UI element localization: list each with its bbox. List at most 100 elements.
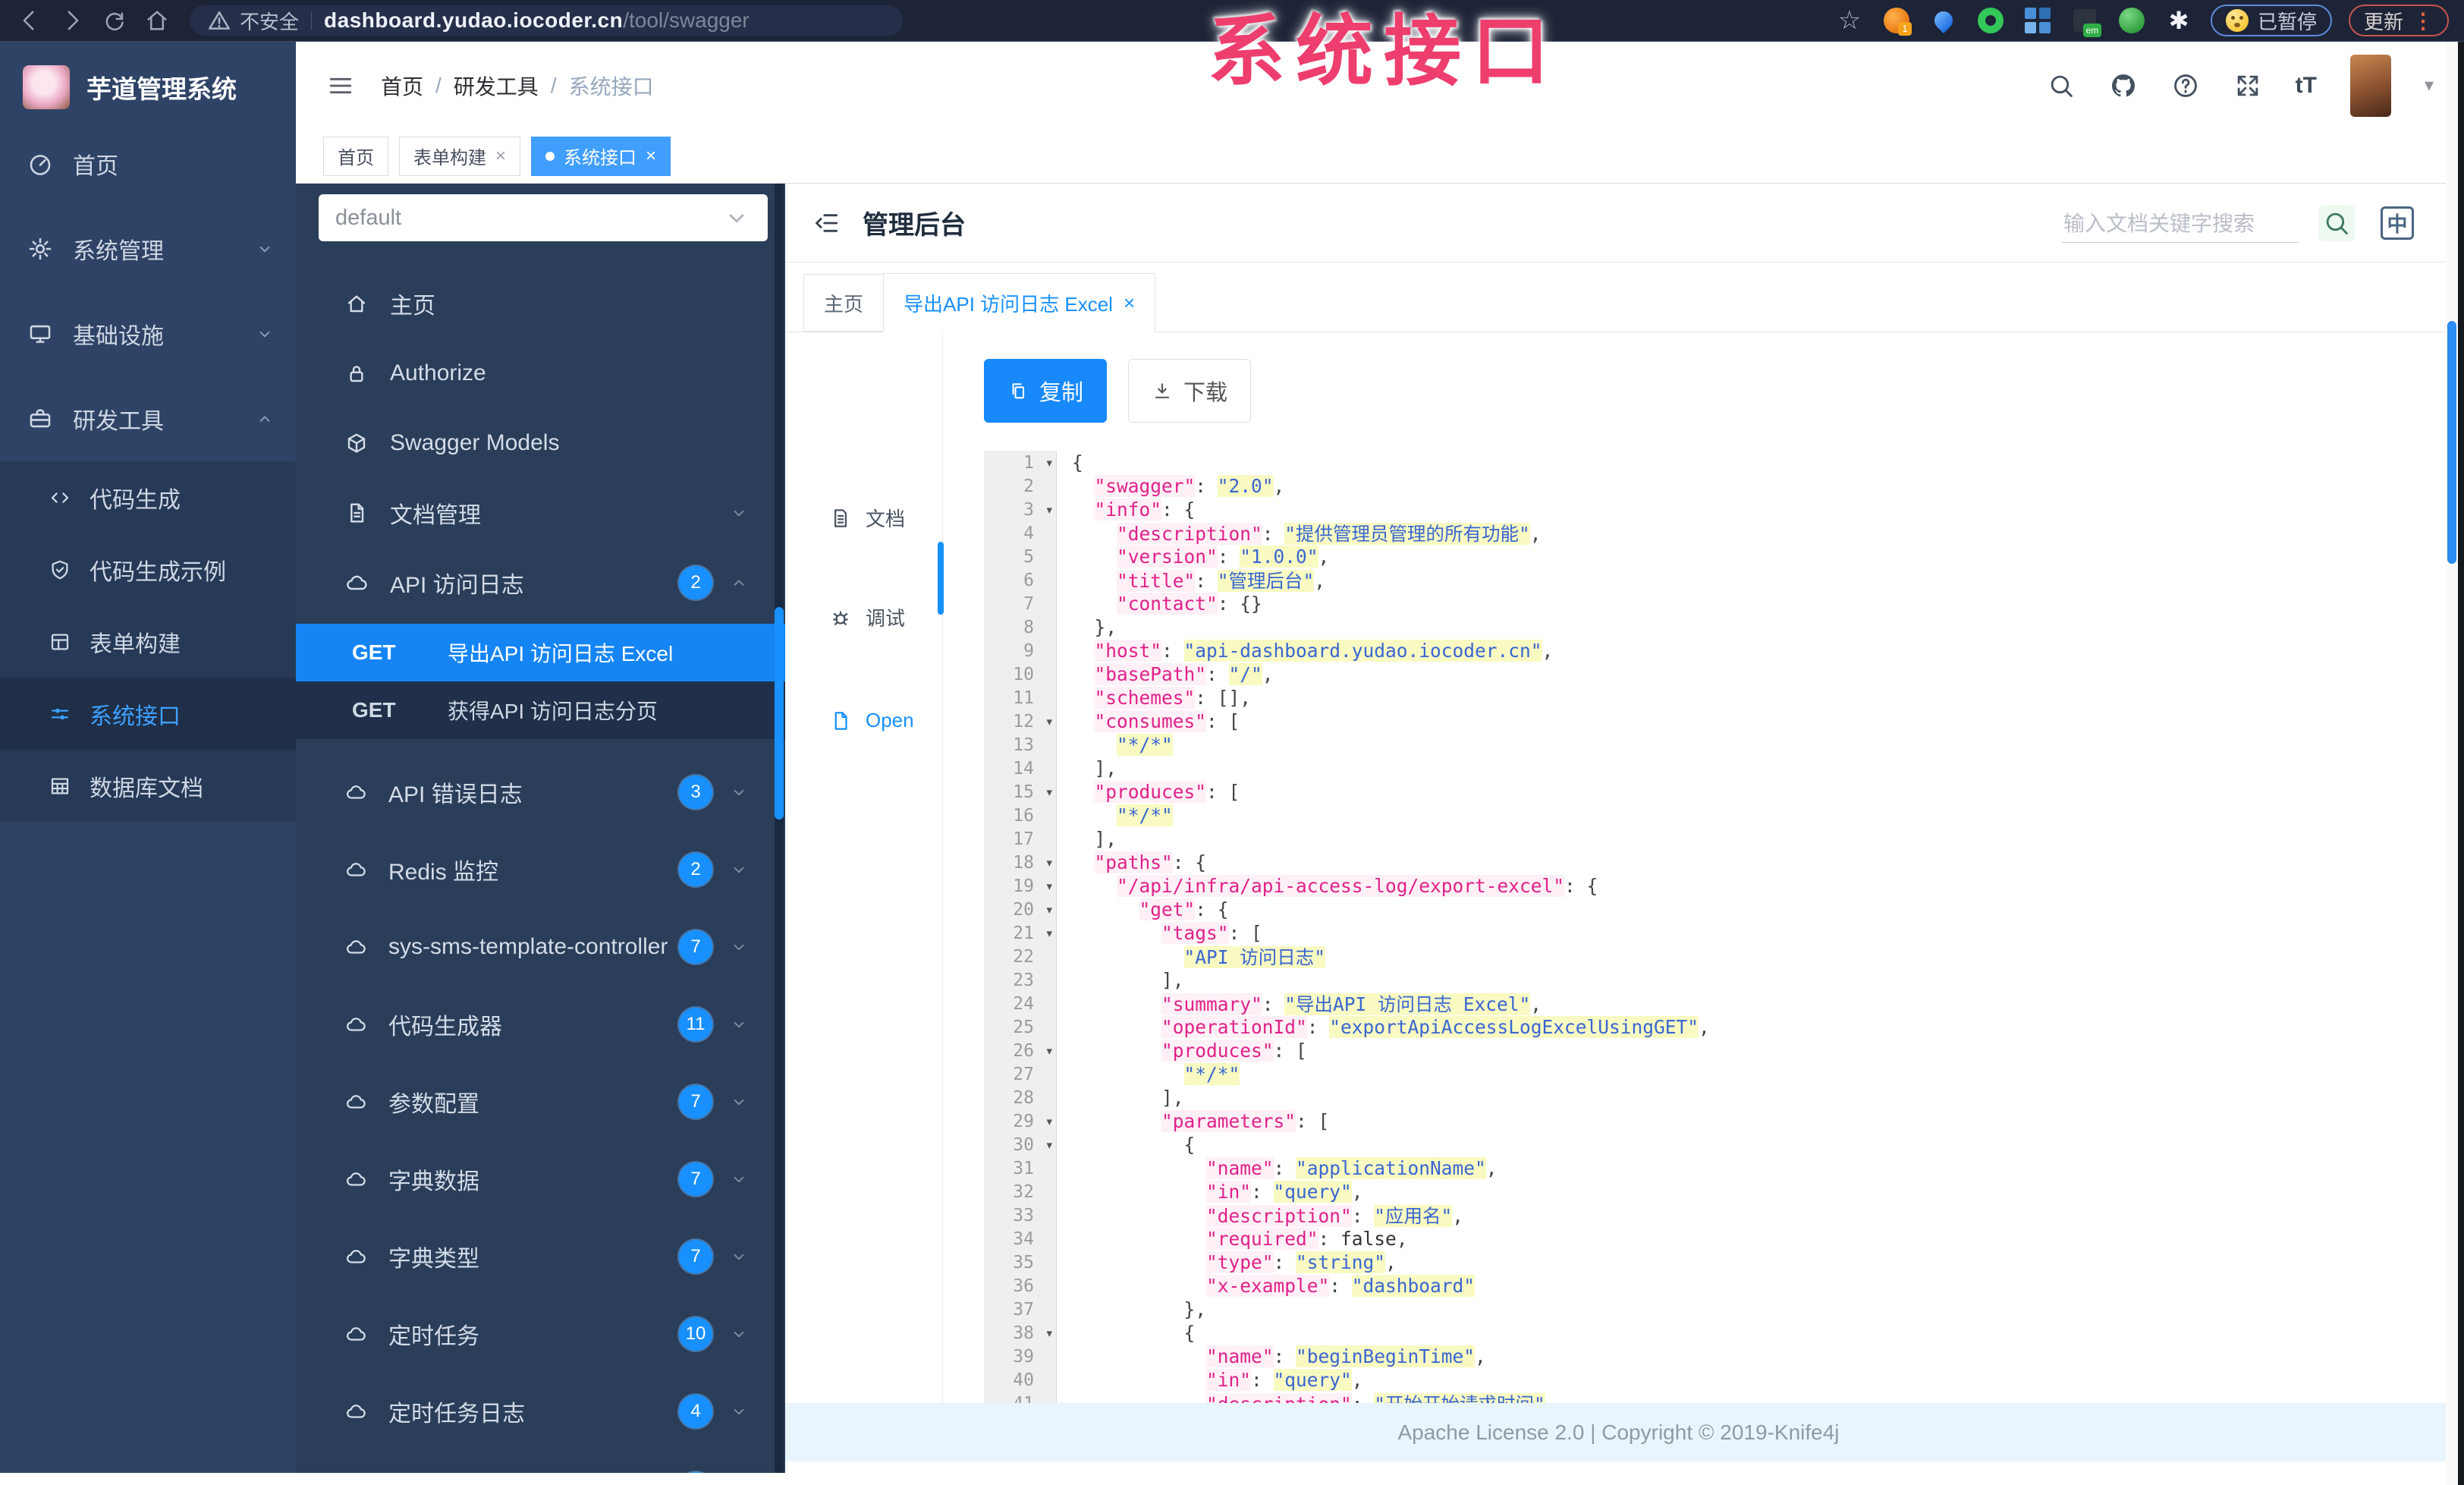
- sidebar-subitem-代码生成示例[interactable]: 代码生成示例: [0, 533, 296, 606]
- sidebar-subitem-代码生成[interactable]: 代码生成: [0, 461, 296, 533]
- copy-icon: [1007, 380, 1029, 401]
- rail-item-Open[interactable]: Open: [829, 709, 914, 732]
- sidebar-scrollbar-thumb[interactable]: [775, 607, 784, 820]
- sidebar-item-系统管理[interactable]: 系统管理: [0, 206, 296, 291]
- http-method-badge: GET: [352, 698, 396, 722]
- sidebar-subitem-数据库文档[interactable]: 数据库文档: [0, 750, 296, 822]
- doc-tab-主页[interactable]: 主页: [803, 274, 885, 332]
- ext-orange-icon[interactable]: 1: [1881, 5, 1912, 36]
- group-select[interactable]: default: [319, 194, 768, 241]
- fold-caret-icon[interactable]: ▾: [1046, 903, 1052, 917]
- update-button[interactable]: 更新 ⋮: [2348, 5, 2449, 36]
- code-line: 4 "description": "提供管理员管理的所有功能",: [984, 521, 2438, 545]
- api-group-Redis 监控[interactable]: Redis 监控 2: [296, 831, 785, 908]
- address-bar[interactable]: 不安全 dashboard.yudao.iocoder.cn /tool/swa…: [190, 5, 903, 36]
- fold-caret-icon[interactable]: ▾: [1046, 1326, 1052, 1340]
- logo-row[interactable]: 芋道管理系统: [0, 42, 296, 121]
- paused-extension-chip[interactable]: 已暂停: [2210, 5, 2332, 36]
- code-line: 37},: [984, 1298, 2438, 1321]
- reload-icon[interactable]: [102, 8, 127, 33]
- doc-tab-bar: 主页 导出API 访问日志 Excel ×: [785, 263, 2452, 332]
- fold-caret-icon[interactable]: ▾: [1046, 927, 1052, 940]
- chevron-down-icon[interactable]: ▾: [2425, 74, 2434, 96]
- sidebar-item-首页[interactable]: 首页: [0, 121, 296, 206]
- fold-caret-icon[interactable]: ▾: [1046, 1115, 1052, 1128]
- close-icon[interactable]: ×: [495, 146, 506, 167]
- swagger-item-Authorize[interactable]: Authorize: [296, 338, 785, 408]
- api-group-参数配置[interactable]: 参数配置 7: [296, 1063, 785, 1140]
- api-group-字典数据[interactable]: 字典数据 7: [296, 1140, 785, 1218]
- sidebar-item-研发工具[interactable]: 研发工具: [0, 376, 296, 461]
- download-button[interactable]: 下载: [1128, 359, 1252, 423]
- fold-caret-icon[interactable]: ▾: [1046, 856, 1052, 870]
- fold-caret-icon[interactable]: ▾: [1046, 785, 1052, 799]
- code-line: 1 ▾ {: [984, 451, 2438, 474]
- fold-caret-icon[interactable]: ▾: [1046, 715, 1052, 728]
- close-icon[interactable]: ×: [646, 146, 656, 167]
- code-line: 16 "*/*": [984, 804, 2438, 827]
- api-group-字典类型[interactable]: 字典类型 7: [296, 1218, 785, 1295]
- forward-icon[interactable]: [59, 8, 85, 33]
- doc-search-icon[interactable]: [2318, 204, 2355, 241]
- doc-search-input[interactable]: 输入文档关键字搜索: [2062, 203, 2299, 243]
- menu-dots-icon[interactable]: ⋮: [2412, 8, 2434, 33]
- rail-item-调试[interactable]: 调试: [829, 603, 905, 631]
- code-text: "swagger": "2.0",: [1094, 475, 1285, 497]
- swagger-item-API 访问日志[interactable]: API 访问日志 2: [296, 548, 785, 618]
- line-number: 1 ▾: [1023, 452, 1052, 473]
- operation-导出API 访问日志 Excel[interactable]: GET 导出API 访问日志 Excel: [296, 624, 785, 681]
- fold-caret-icon[interactable]: ▾: [1046, 456, 1052, 470]
- api-group-定时任务日志[interactable]: 定时任务日志 4: [296, 1373, 785, 1450]
- window-scrollbar[interactable]: [2446, 42, 2458, 1485]
- sidebar-item-基础设施[interactable]: 基础设施: [0, 291, 296, 376]
- ext-paw-icon[interactable]: ✱: [2164, 5, 2194, 36]
- breadcrumb-item[interactable]: 研发工具: [454, 71, 539, 101]
- window-scrollbar-thumb[interactable]: [2447, 321, 2456, 564]
- ext-green-circle-icon[interactable]: [1975, 5, 2006, 36]
- back-icon[interactable]: [17, 8, 42, 33]
- api-group-定时任务[interactable]: 定时任务 10: [296, 1295, 785, 1373]
- sidebar-subitem-系统接口[interactable]: 系统接口: [0, 678, 296, 750]
- api-group-sys-sms-template-controller[interactable]: sys-sms-template-controller 7: [296, 908, 785, 986]
- rail-item-文档[interactable]: 文档: [829, 504, 905, 532]
- breadcrumb-item[interactable]: 首页: [381, 71, 423, 101]
- line-number: 18 ▾: [1013, 852, 1052, 873]
- fold-caret-icon[interactable]: ▾: [1046, 503, 1052, 517]
- code-line: 40 "in": "query",: [984, 1368, 2438, 1392]
- bookmark-star-icon[interactable]: ☆: [1834, 5, 1865, 36]
- code-line: 11 "schemes": [],: [984, 686, 2438, 709]
- doc-tab-导出API 访问日志 Excel[interactable]: 导出API 访问日志 Excel ×: [883, 273, 1156, 332]
- operation-获得API 访问日志分页[interactable]: GET 获得API 访问日志分页: [296, 681, 785, 739]
- swagger-item-Swagger Models[interactable]: Swagger Models: [296, 408, 785, 478]
- language-toggle[interactable]: 中: [2381, 206, 2414, 240]
- ext-pin-icon[interactable]: [1928, 5, 1959, 36]
- collapse-icon[interactable]: [812, 209, 841, 238]
- question-icon[interactable]: [2171, 71, 2200, 100]
- ext-grid-icon[interactable]: [2022, 5, 2053, 36]
- swagger-item-文档管理[interactable]: 文档管理: [296, 478, 785, 548]
- hamburger-icon[interactable]: [326, 71, 355, 100]
- search-icon[interactable]: [2047, 71, 2076, 100]
- tag-系统接口[interactable]: 系统接口 ×: [531, 136, 671, 176]
- fold-caret-icon[interactable]: ▾: [1046, 1138, 1052, 1152]
- avatar[interactable]: [2349, 54, 2391, 117]
- close-icon[interactable]: ×: [1124, 291, 1135, 315]
- fold-caret-icon[interactable]: ▾: [1046, 1044, 1052, 1058]
- tag-表单构建[interactable]: 表单构建 ×: [399, 136, 521, 176]
- fullscreen-icon[interactable]: [2233, 71, 2262, 100]
- operation-label: 获得API 访问日志分页: [448, 700, 658, 723]
- sidebar-subitem-表单构建[interactable]: 表单构建: [0, 606, 296, 678]
- ext-em-badge-icon[interactable]: em: [2070, 5, 2101, 37]
- api-group-代码生成器[interactable]: 代码生成器 11: [296, 986, 785, 1063]
- swagger-item-主页[interactable]: 主页: [296, 269, 785, 338]
- fold-caret-icon[interactable]: ▾: [1046, 879, 1052, 893]
- fontsize-icon[interactable]: tT: [2296, 73, 2317, 99]
- ext-leaf-icon[interactable]: [2117, 5, 2147, 36]
- line-number: 20 ▾: [1013, 899, 1052, 920]
- tag-首页[interactable]: 首页: [323, 136, 388, 176]
- github-icon[interactable]: [2109, 71, 2138, 100]
- home-nav-icon[interactable]: [144, 8, 170, 33]
- sidebar-scrollbar[interactable]: [775, 184, 784, 1485]
- api-group-API 错误日志[interactable]: API 错误日志 3: [296, 754, 785, 831]
- copy-button[interactable]: 复制: [984, 359, 1108, 423]
